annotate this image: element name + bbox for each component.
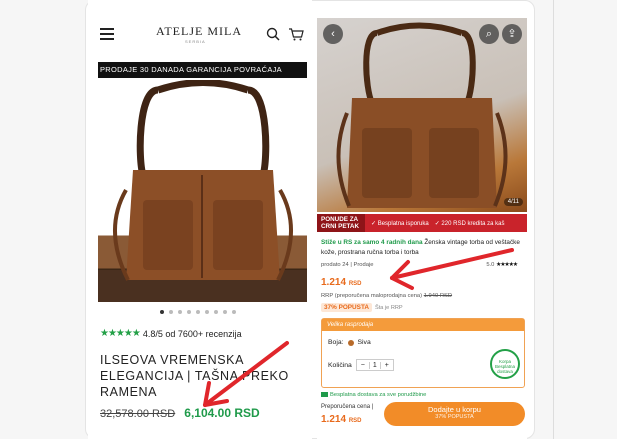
menu-icon[interactable] [100, 28, 114, 40]
promo-text: PRODAJE 30 DANADA GARANCIJA POVRAĆAJA [100, 65, 282, 74]
bottom-price: 1.214 RSD [321, 414, 361, 425]
site-logo-subtitle: SERBIA [185, 39, 206, 44]
rating-summary[interactable]: ★★★★★ 4.8/5 od 7600+ recenzija [100, 328, 242, 339]
image-counter: 4/11 [503, 198, 523, 206]
color-label: Boja: [328, 339, 344, 346]
rating-value: 5.0 [486, 262, 495, 268]
truck-icon [321, 392, 328, 397]
quantity-row: Količina − 1 + [328, 359, 394, 371]
carousel-dot[interactable] [223, 310, 227, 314]
rrp-value: 1.940 RSD [423, 293, 453, 299]
sale-price: 6,104.00 RSD [184, 406, 260, 420]
carousel-dots[interactable] [160, 310, 236, 316]
carousel-dot[interactable] [187, 310, 191, 314]
add-to-cart-label: Dodajte u korpu [428, 405, 481, 414]
cart-badge: Korpa Besplatna dostava [490, 349, 520, 379]
options-box: Velika rasprodaja Boja: Siva Količina − … [321, 318, 525, 388]
free-shipping-label: ✓ Besplatna isporuka [371, 220, 429, 227]
carousel-dot[interactable] [196, 310, 200, 314]
credit-label: ✓ 220 RSD kredita za kaš [434, 220, 505, 227]
search-icon[interactable]: ⌕ [479, 24, 499, 44]
color-value: Siva [357, 339, 371, 346]
color-swatch[interactable] [347, 339, 354, 346]
promo-banner: PRODAJE 30 DANADA GARANCIJA POVRAĆAJA [98, 62, 307, 78]
rating-stars: ★★★★★ [100, 328, 141, 339]
site-header: ATELJE MILA SERBIA [88, 18, 312, 52]
product-image[interactable] [98, 80, 307, 302]
back-icon[interactable]: ‹ [323, 24, 343, 44]
sales-info: prodato 24 | Prodaje 5.0 ★★★★★ [321, 262, 523, 268]
right-product-page: ‹ ⌕ ⇪ 4/11 PONUDE ZA CRNI PETAK ✓ Bespla… [317, 18, 527, 439]
search-icon[interactable] [266, 27, 280, 41]
carousel-dot[interactable] [169, 310, 173, 314]
product-title: ILSEOVA VREMENSKA ELEGANCIJA | TAŠNA PRE… [100, 353, 289, 399]
add-to-cart-button[interactable]: Dodajte u korpu 37% POPUSTA [384, 402, 525, 426]
bottom-price-label: Preporučena cena | [321, 404, 374, 410]
rating-summary[interactable]: 5.0 ★★★★★ [486, 262, 518, 268]
product-image[interactable]: ‹ ⌕ ⇪ 4/11 [317, 18, 527, 212]
discount-line: 37% POPUSTA Šta je RRP [321, 303, 403, 312]
price-block: 32,578.00 RSD 6,104.00 RSD [100, 406, 260, 420]
price-unit: RSD [348, 281, 362, 287]
share-icon[interactable]: ⇪ [502, 24, 522, 44]
sale-header: Velika rasprodaja [322, 319, 524, 331]
color-row[interactable]: Boja: Siva [328, 339, 371, 346]
bag-illustration [336, 22, 508, 208]
delivery-eta: Stiže u RS za samo 4 radnih dana [321, 239, 423, 246]
divider [553, 0, 554, 439]
site-logo[interactable]: ATELJE MILA [156, 24, 242, 39]
increase-button[interactable]: + [381, 362, 393, 369]
bottom-price-unit: RSD [348, 418, 362, 424]
carousel-dot[interactable] [160, 310, 164, 314]
shipping-text: Besplatna dostava za sve porudžbine [330, 392, 427, 399]
promo-bar: PONUDE ZA CRNI PETAK ✓ Besplatna isporuk… [317, 214, 527, 232]
carousel-dot[interactable] [214, 310, 218, 314]
carousel-dot[interactable] [232, 310, 236, 314]
rrp-line: RRP (preporučena maloprodajna cena) 1.94… [321, 293, 452, 299]
carousel-dot[interactable] [178, 310, 182, 314]
quantity-value[interactable]: 1 [368, 361, 381, 369]
old-price: 32,578.00 RSD [100, 408, 176, 420]
cart-icon[interactable] [288, 27, 304, 41]
product-description: Stiže u RS za samo 4 radnih dana Ženska … [321, 238, 525, 258]
quantity-stepper[interactable]: − 1 + [355, 359, 394, 371]
bottom-bar: Preporučena cena | 1.214 RSD Dodajte u k… [321, 402, 525, 428]
rrp-label: RRP (preporučena maloprodajna cena) [321, 293, 423, 299]
add-to-cart-sublabel: 37% POPUSTA [435, 414, 474, 420]
quantity-label: Količina [328, 361, 352, 369]
price-value: 1.214 [321, 277, 347, 288]
rrp-help-link[interactable]: Šta je RRP [375, 305, 403, 311]
sold-count: prodato 24 | Prodaje [321, 262, 374, 268]
rating-text: 4.8/5 od 7600+ recenzija [142, 328, 242, 339]
bottom-price-value: 1.214 [321, 414, 347, 425]
current-price: 1.214 RSD [321, 277, 361, 288]
black-friday-badge: PONUDE ZA CRNI PETAK [317, 214, 365, 232]
rating-stars: ★★★★★ [496, 262, 518, 268]
decrease-button[interactable]: − [357, 362, 369, 369]
carousel-dot[interactable] [205, 310, 209, 314]
bag-illustration [98, 80, 307, 302]
shipping-note: Besplatna dostava za sve porudžbine [321, 392, 426, 398]
left-product-page: ATELJE MILA SERBIA PRODAJE 30 DANADA GAR… [88, 0, 312, 439]
discount-badge: 37% POPUSTA [321, 303, 372, 312]
